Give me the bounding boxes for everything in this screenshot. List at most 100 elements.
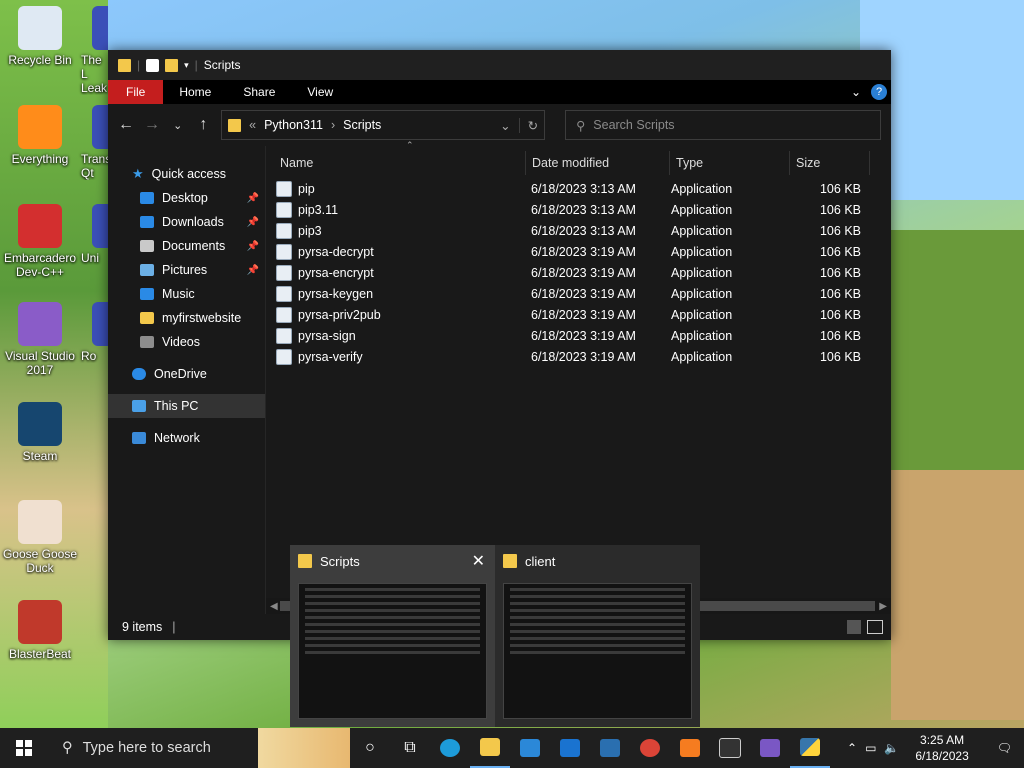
help-icon[interactable]: ?	[871, 84, 887, 100]
file-size: 106 KB	[819, 286, 861, 301]
network-icon[interactable]: ▭	[865, 741, 876, 755]
customize-qat-icon[interactable]: ▾	[184, 60, 189, 71]
address-bar[interactable]: « Python311 › Scripts ⌄ ↻	[221, 110, 546, 140]
column-date-modified[interactable]: Date modified	[526, 151, 670, 175]
desktop-icon[interactable]: Embarcadero Dev-C++	[2, 204, 78, 279]
desktop-icon[interactable]: BlasterBeat	[2, 600, 78, 661]
breadcrumb-overflow[interactable]: «	[249, 118, 256, 132]
table-row[interactable]: pip3 6/18/2023 3:13 AM Application 106 KB	[266, 220, 891, 241]
pin-icon[interactable]: 📌	[247, 193, 259, 204]
thumbnail-title: Scripts	[320, 553, 360, 569]
nav-quick-access[interactable]: ★ Quick access	[108, 162, 265, 186]
photos-icon[interactable]	[590, 728, 630, 768]
breadcrumb-python311[interactable]: Python311	[264, 118, 323, 132]
desktop-icon[interactable]: Steam	[2, 402, 78, 463]
file-size: 106 KB	[819, 328, 861, 343]
computer-icon	[132, 400, 146, 412]
table-row[interactable]: pyrsa-encrypt 6/18/2023 3:19 AM Applicatio…	[266, 262, 891, 283]
desktop-icon[interactable]: Recycle Bin	[2, 6, 78, 67]
new-folder-icon[interactable]	[165, 58, 179, 72]
scroll-left-icon[interactable]: ◀	[270, 601, 278, 612]
desktop-icon-label: BlasterBeat	[8, 647, 72, 661]
column-type[interactable]: Type	[670, 151, 790, 175]
nav-item-videos[interactable]: Videos	[108, 330, 265, 354]
status-separator: |	[172, 620, 176, 634]
expand-ribbon-icon[interactable]: ⌄	[851, 85, 861, 99]
tab-share[interactable]: Share	[227, 80, 291, 104]
nav-this-pc[interactable]: This PC	[108, 394, 265, 418]
scroll-right-icon[interactable]: ▶	[879, 601, 887, 612]
application-file-icon	[276, 327, 292, 344]
mail-icon[interactable]	[550, 728, 590, 768]
recent-locations-icon[interactable]: ⌄	[170, 119, 186, 132]
table-row[interactable]: pyrsa-decrypt 6/18/2023 3:19 AM Applicatio…	[266, 241, 891, 262]
desktop-icon-partial[interactable]: Uni	[78, 204, 108, 265]
nav-item-documents[interactable]: Documents 📌	[108, 234, 265, 258]
window-thumbnail[interactable]: Scripts ✕	[290, 545, 495, 727]
folder-icon	[228, 118, 242, 132]
close-icon[interactable]: ✕	[472, 551, 485, 571]
nav-item-desktop[interactable]: Desktop 📌	[108, 186, 265, 210]
desktop-icon[interactable]: Visual Studio 2017	[2, 302, 78, 377]
visual-studio-icon[interactable]	[750, 728, 790, 768]
window-thumbnail[interactable]: client	[495, 545, 700, 727]
file-type: Application	[671, 349, 733, 364]
table-row[interactable]: pyrsa-verify 6/18/2023 3:19 AM Application…	[266, 346, 891, 367]
desktop-icon-partial[interactable]: Trans Qt	[78, 105, 108, 180]
desktop-icon-partial[interactable]: The L Leak	[78, 6, 108, 95]
table-row[interactable]: pip 6/18/2023 3:13 AM Application 106 KB	[266, 178, 891, 199]
clock[interactable]: 3:25 AM 6/18/2023	[907, 732, 976, 764]
cortana-icon[interactable]: ○	[350, 728, 390, 768]
up-arrow-icon[interactable]: ↑	[196, 116, 212, 134]
tab-home[interactable]: Home	[163, 80, 227, 104]
file-explorer-icon[interactable]	[470, 728, 510, 768]
pin-icon[interactable]: 📌	[247, 265, 259, 276]
large-icons-view-icon[interactable]	[867, 620, 883, 634]
desktop-icon-partial[interactable]: Ro	[78, 302, 108, 363]
search-box[interactable]: ⚲ Search Scripts	[565, 110, 882, 140]
tab-file[interactable]: File	[108, 80, 164, 104]
nav-item-pictures[interactable]: Pictures 📌	[108, 258, 265, 282]
forward-arrow-icon[interactable]: →	[144, 116, 160, 134]
desktop-icon[interactable]: Everything	[2, 105, 78, 166]
nav-item-music[interactable]: Music	[108, 282, 265, 306]
volume-icon[interactable]: 🔈	[884, 741, 899, 755]
desktop-icon[interactable]: Goose Goose Duck	[2, 500, 78, 575]
nav-item-downloads[interactable]: Downloads 📌	[108, 210, 265, 234]
table-row[interactable]: pip3.11 6/18/2023 3:13 AM Application 106 K…	[266, 199, 891, 220]
show-hidden-icons-icon[interactable]: ⌃	[847, 741, 857, 755]
python-icon[interactable]	[790, 728, 830, 768]
tab-view[interactable]: View	[291, 80, 349, 104]
refresh-icon[interactable]: ↻	[518, 117, 538, 133]
chrome-icon[interactable]	[630, 728, 670, 768]
nav-onedrive[interactable]: OneDrive	[108, 362, 265, 386]
store-icon[interactable]	[510, 728, 550, 768]
notifications-icon[interactable]: 🗨	[985, 741, 1024, 755]
nav-item-myfirstwebsite[interactable]: myfirstwebsite	[108, 306, 265, 330]
table-row[interactable]: pyrsa-keygen 6/18/2023 3:19 AM Application…	[266, 283, 891, 304]
properties-icon[interactable]	[146, 58, 160, 72]
back-arrow-icon[interactable]: ←	[118, 116, 134, 134]
file-list: ⌃ Name Date modified Type Size pip 6/18/2…	[266, 140, 891, 614]
table-row[interactable]: pyrsa-sign 6/18/2023 3:19 AM Application 10…	[266, 325, 891, 346]
address-dropdown-icon[interactable]: ⌄	[500, 118, 510, 133]
nav-network[interactable]: Network	[108, 426, 265, 450]
column-size[interactable]: Size	[790, 151, 870, 175]
table-row[interactable]: pyrsa-priv2pub 6/18/2023 3:19 AM Applicati…	[266, 304, 891, 325]
file-name: pyrsa-priv2pub	[298, 307, 381, 322]
edge-icon[interactable]	[430, 728, 470, 768]
start-button[interactable]	[0, 728, 48, 768]
file-date: 6/18/2023 3:13 AM	[531, 181, 636, 196]
taskbar-search-box[interactable]: ⚲ Type here to search	[48, 728, 258, 768]
pin-icon[interactable]: 📌	[247, 241, 259, 252]
xampp-icon[interactable]	[670, 728, 710, 768]
terminal-icon[interactable]	[710, 728, 750, 768]
details-view-icon[interactable]	[847, 620, 861, 634]
column-name[interactable]: Name	[266, 151, 526, 175]
file-date: 6/18/2023 3:19 AM	[531, 328, 636, 343]
file-date: 6/18/2023 3:19 AM	[531, 307, 636, 322]
pin-icon[interactable]: 📌	[247, 217, 259, 228]
breadcrumb-scripts[interactable]: Scripts	[343, 118, 381, 132]
search-highlight-icon[interactable]	[258, 728, 350, 768]
task-view-icon[interactable]: ⧉	[390, 728, 430, 768]
